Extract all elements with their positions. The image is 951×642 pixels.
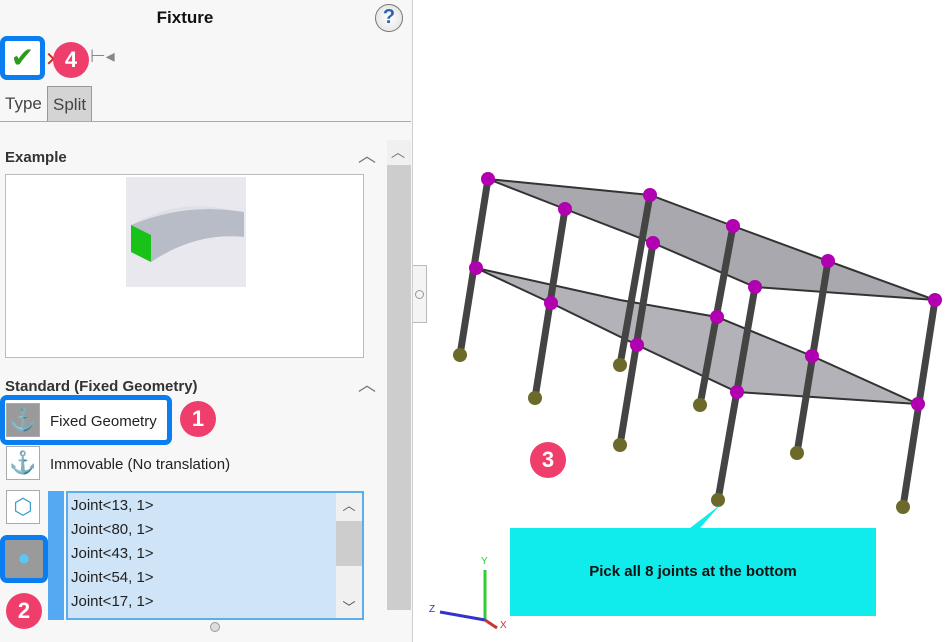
axis-triad bbox=[439, 570, 498, 630]
callout-pointer bbox=[690, 505, 720, 528]
step-badge-3: 3 bbox=[530, 442, 566, 478]
instruction-callout: Pick all 8 joints at the bottom bbox=[510, 528, 876, 616]
axis-z-label: Z bbox=[429, 604, 436, 615]
axis-x-label: X bbox=[500, 620, 507, 631]
axis-y-label: Y bbox=[481, 556, 488, 567]
